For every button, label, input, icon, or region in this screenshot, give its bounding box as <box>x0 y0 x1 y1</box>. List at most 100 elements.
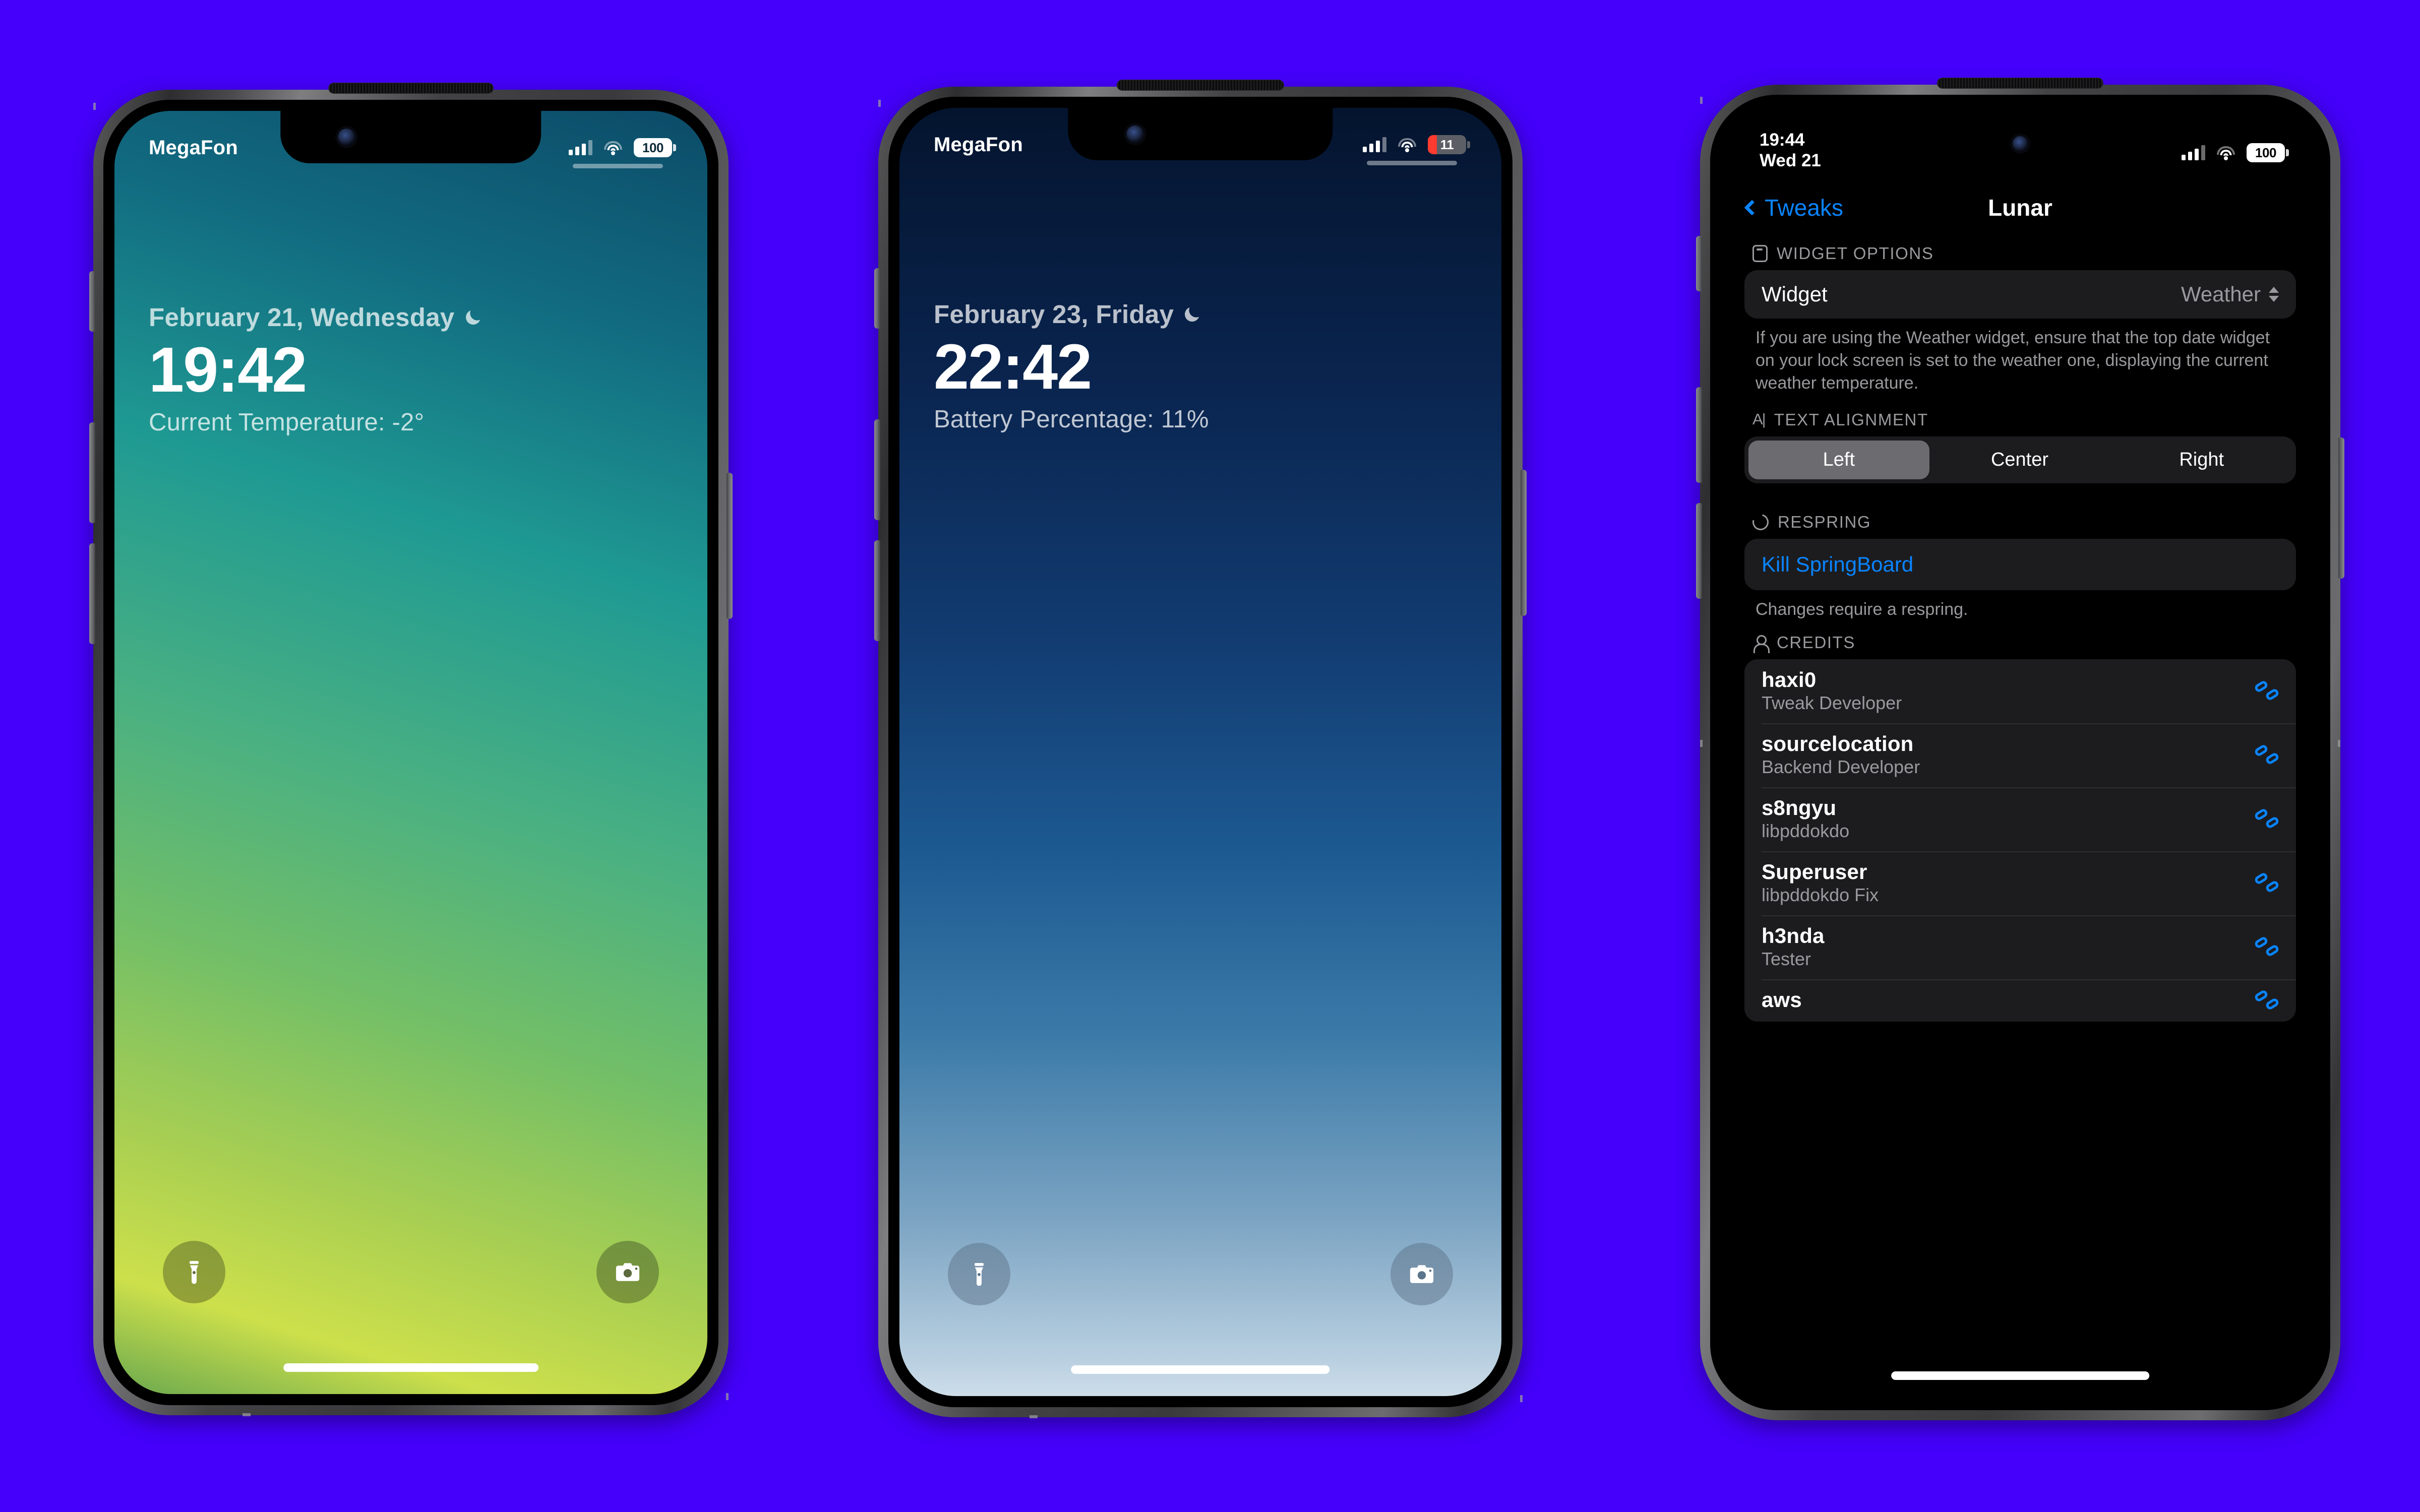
power-button[interactable] <box>727 473 733 619</box>
camera-button[interactable] <box>596 1241 659 1303</box>
mute-switch[interactable] <box>1696 236 1702 291</box>
lock-screen-widget-1: February 21, Wednesday 19:42 Current Tem… <box>149 302 483 436</box>
lock-subtitle-label: Battery Percentage: 11% <box>934 406 1209 433</box>
credit-role: libpddokdo <box>1762 820 1850 841</box>
front-camera-icon <box>2013 136 2028 151</box>
section-header-label: TEXT ALIGNMENT <box>1774 410 1928 429</box>
phone-2-screen: MegaFon 11 February 23, Friday 22:42 Bat… <box>899 108 1501 1396</box>
lock-date-row: February 23, Friday <box>934 299 1209 329</box>
volume-up-button[interactable] <box>1696 387 1702 483</box>
volume-down-button[interactable] <box>874 540 880 641</box>
credit-row[interactable]: sourcelocation Backend Developer <box>1744 723 2296 787</box>
flashlight-icon <box>190 1261 199 1284</box>
credit-row[interactable]: s8ngyu libpddokdo <box>1744 787 2296 851</box>
volume-down-button[interactable] <box>89 543 95 644</box>
mute-switch[interactable] <box>874 268 880 329</box>
link-icon[interactable] <box>2253 934 2280 959</box>
settings-scroll-area[interactable]: WIDGET OPTIONS Widget Weather If you are… <box>1720 235 2320 1400</box>
phone-icon <box>1752 245 1768 262</box>
credit-name: aws <box>1762 987 1802 1012</box>
earpiece-speaker <box>1116 80 1285 91</box>
respring-footnote: Changes require a respring. <box>1756 599 1968 619</box>
back-button[interactable]: Tweaks <box>1744 194 1843 221</box>
status-date-label: Wed 21 <box>1760 150 1821 170</box>
widget-row-label: Widget <box>1762 282 1828 306</box>
credit-name: haxi0 <box>1762 667 1817 691</box>
battery-percent-label: 100 <box>642 140 663 155</box>
section-header-credits: CREDITS <box>1744 623 2296 659</box>
camera-icon <box>616 1263 640 1281</box>
cellular-signal-icon <box>2182 145 2205 160</box>
home-indicator[interactable] <box>1891 1371 2149 1380</box>
section-header-label: WIDGET OPTIONS <box>1777 244 1934 263</box>
volume-down-button[interactable] <box>1696 503 1702 599</box>
segment-left[interactable]: Left <box>1748 440 1929 479</box>
widget-row[interactable]: Widget Weather <box>1744 270 2296 319</box>
kill-springboard-label: Kill SpringBoard <box>1762 552 1914 576</box>
link-icon[interactable] <box>2253 678 2280 703</box>
widget-options-card: Widget Weather <box>1744 270 2296 319</box>
home-indicator[interactable] <box>1071 1365 1330 1374</box>
camera-button[interactable] <box>1390 1243 1453 1305</box>
credit-role: Tester <box>1762 948 1811 969</box>
text-alignment-segmented-control[interactable]: Left Center Right <box>1744 436 2296 483</box>
kill-springboard-button[interactable]: Kill SpringBoard <box>1744 538 2296 590</box>
lunar-settings-screen: 19:44 Wed 21 100 Tweaks Lunar WIDGET OPT… <box>1720 105 2320 1400</box>
segment-center[interactable]: Center <box>1929 440 2110 479</box>
back-button-label: Tweaks <box>1765 195 1843 221</box>
credits-card: haxi0 Tweak Developer sourcelocation Bac… <box>1744 659 2296 1022</box>
section-header-widget-options: WIDGET OPTIONS <box>1744 235 2296 270</box>
segment-right[interactable]: Right <box>2111 440 2292 479</box>
lock-time-label: 22:42 <box>934 331 1092 402</box>
status-bar-1: MegaFon 100 <box>114 111 707 170</box>
credit-row[interactable]: aws <box>1744 979 2296 1022</box>
status-bar-3: 19:44 Wed 21 100 <box>1720 105 2320 180</box>
lock-date-label: February 23, Friday <box>934 300 1174 329</box>
credit-row[interactable]: h3nda Tester <box>1744 915 2296 979</box>
carrier-label: MegaFon <box>149 136 238 159</box>
navigation-bar: Tweaks Lunar <box>1720 180 2320 235</box>
crescent-moon-icon <box>465 310 480 325</box>
widget-options-footnote: If you are using the Weather widget, ens… <box>1756 328 2270 393</box>
credit-name: h3nda <box>1762 923 1825 948</box>
credit-row[interactable]: haxi0 Tweak Developer <box>1744 659 2296 723</box>
home-indicator[interactable] <box>283 1363 538 1372</box>
credit-row[interactable]: Superuser libpddokdo Fix <box>1744 851 2296 915</box>
lock-screen-widget-2: February 23, Friday 22:42 Battery Percen… <box>934 299 1209 433</box>
link-icon[interactable] <box>2253 806 2280 831</box>
chevron-left-icon <box>1744 200 1760 216</box>
text-cursor-icon: A| <box>1752 410 1766 428</box>
section-header-label: RESPRING <box>1778 512 1871 531</box>
refresh-icon <box>1749 511 1772 533</box>
battery-status-badge: 11 <box>1428 135 1470 154</box>
link-icon[interactable] <box>2253 742 2280 767</box>
volume-up-button[interactable] <box>874 419 880 520</box>
battery-percent-label: 11 <box>1440 137 1454 152</box>
power-button[interactable] <box>2338 437 2344 579</box>
earpiece-speaker <box>1937 78 2104 89</box>
cellular-signal-icon <box>569 140 592 155</box>
mute-switch[interactable] <box>89 271 95 332</box>
status-bar-underline <box>1367 161 1457 165</box>
section-header-text-alignment: A| TEXT ALIGNMENT <box>1744 397 2296 436</box>
power-button[interactable] <box>1521 470 1527 616</box>
flashlight-button[interactable] <box>948 1243 1010 1305</box>
up-down-chevron-icon <box>2269 287 2279 302</box>
phone-device-2: MegaFon 11 February 23, Friday 22:42 Bat… <box>874 80 1527 1418</box>
crescent-moon-icon <box>1185 307 1199 322</box>
credit-name: Superuser <box>1762 859 1867 884</box>
volume-up-button[interactable] <box>89 422 95 523</box>
wifi-icon <box>2216 145 2235 160</box>
phone-device-3: 19:44 Wed 21 100 Tweaks Lunar WIDGET OPT… <box>1696 78 2344 1420</box>
cellular-signal-icon <box>1363 137 1386 152</box>
link-icon[interactable] <box>2253 870 2280 895</box>
widget-row-value[interactable]: Weather <box>2181 282 2279 306</box>
link-icon[interactable] <box>2253 988 2280 1012</box>
flashlight-button[interactable] <box>163 1241 225 1303</box>
lock-time-label: 19:42 <box>149 334 307 405</box>
lock-date-row: February 21, Wednesday <box>149 302 483 332</box>
credit-role: libpddokdo Fix <box>1762 884 1879 905</box>
phone-3-screen: 19:44 Wed 21 100 Tweaks Lunar WIDGET OPT… <box>1720 105 2320 1400</box>
flashlight-icon <box>975 1263 984 1286</box>
phone-1-screen: MegaFon 100 February 21, Wednesday 19:42… <box>114 111 707 1394</box>
